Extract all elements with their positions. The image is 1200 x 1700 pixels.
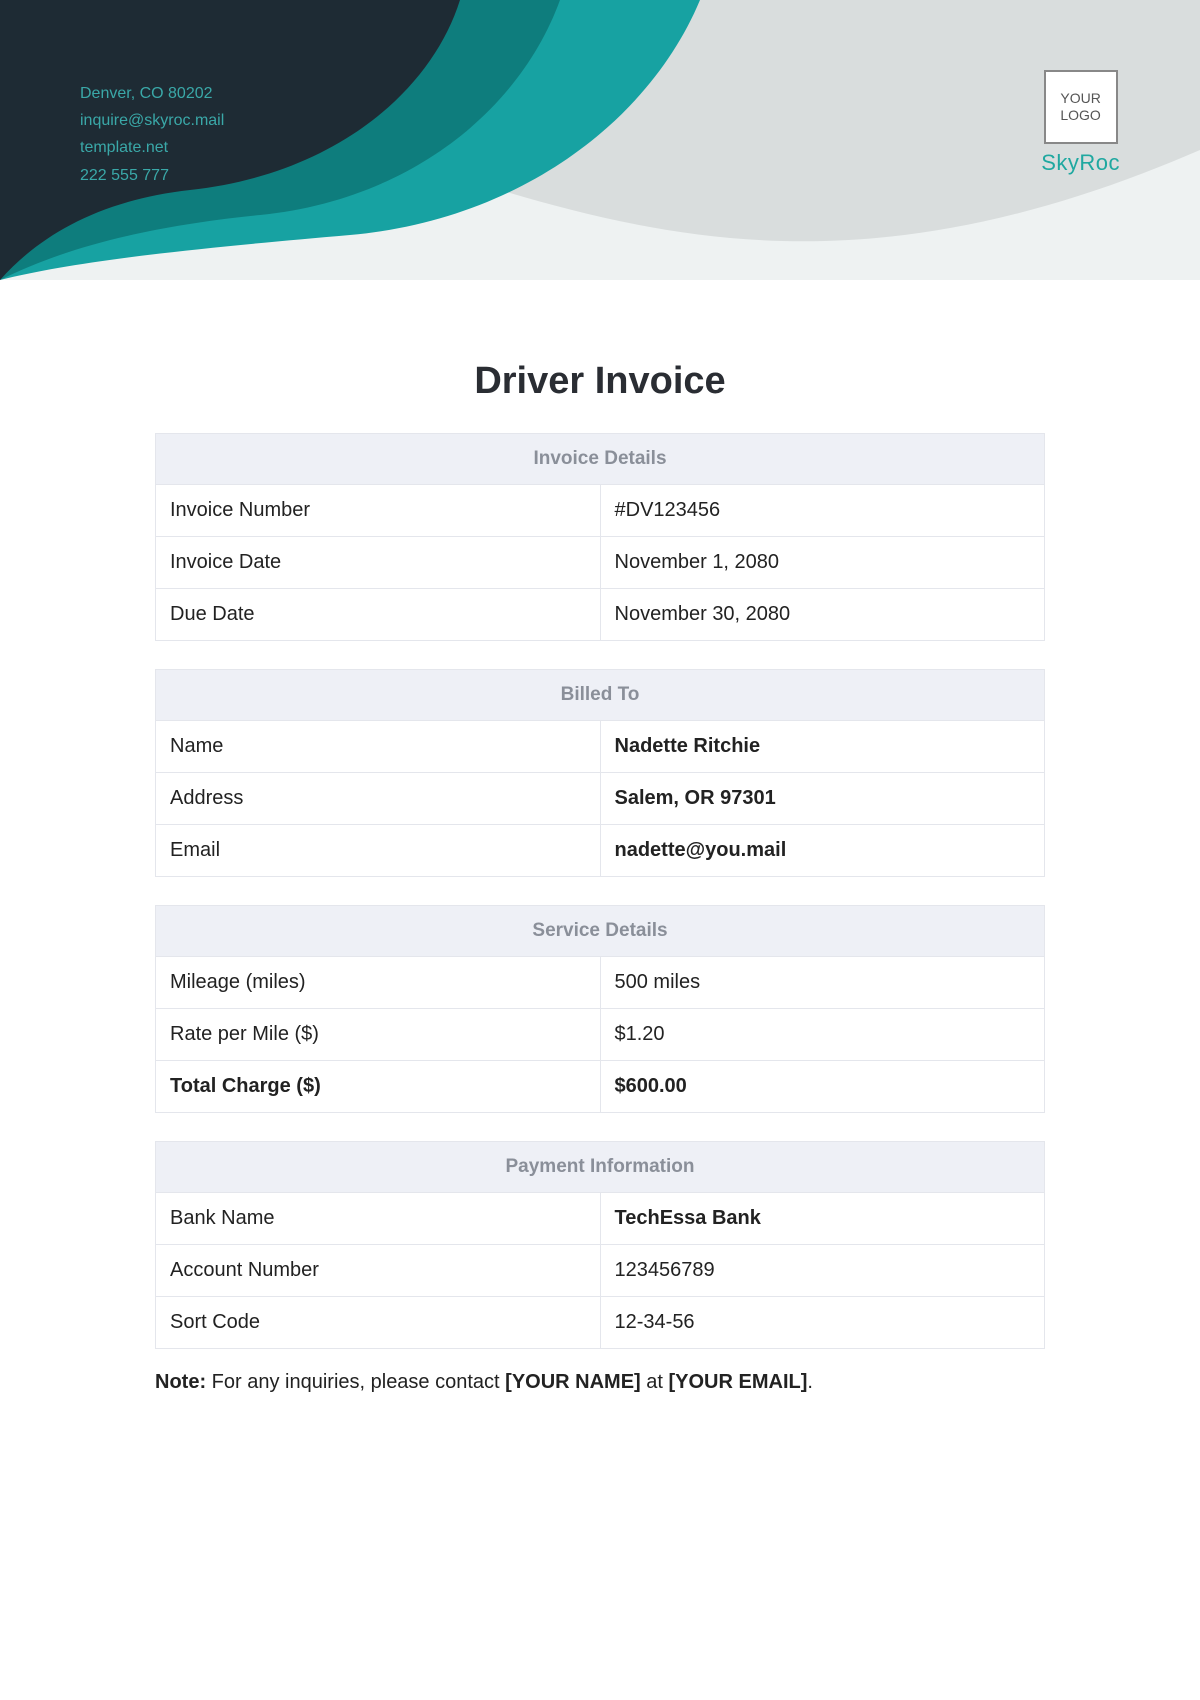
value: November 30, 2080	[600, 589, 1045, 641]
table-row: Sort Code 12-34-56	[156, 1297, 1045, 1349]
label: Rate per Mile ($)	[156, 1009, 601, 1061]
sender-contact: Denver, CO 80202 inquire@skyroc.mail tem…	[80, 80, 224, 189]
value: nadette@you.mail	[600, 825, 1045, 877]
table-row: Due Date November 30, 2080	[156, 589, 1045, 641]
label: Sort Code	[156, 1297, 601, 1349]
label: Due Date	[156, 589, 601, 641]
value: Nadette Ritchie	[600, 721, 1045, 773]
label: Bank Name	[156, 1193, 601, 1245]
billed-to-table: Billed To Name Nadette Ritchie Address S…	[155, 669, 1045, 877]
label: Email	[156, 825, 601, 877]
note-text: .	[807, 1371, 813, 1393]
sender-phone: 222 555 777	[80, 162, 224, 189]
table-row: Account Number 123456789	[156, 1245, 1045, 1297]
invoice-details-table: Invoice Details Invoice Number #DV123456…	[155, 433, 1045, 641]
logo-placeholder: YOUR LOGO	[1044, 70, 1118, 144]
invoice-details-header: Invoice Details	[156, 434, 1045, 485]
table-row: Name Nadette Ritchie	[156, 721, 1045, 773]
billed-to-header: Billed To	[156, 670, 1045, 721]
table-row: Mileage (miles) 500 miles	[156, 957, 1045, 1009]
service-details-table: Service Details Mileage (miles) 500 mile…	[155, 905, 1045, 1113]
label: Mileage (miles)	[156, 957, 601, 1009]
table-row: Bank Name TechEssa Bank	[156, 1193, 1045, 1245]
footer-note: Note: For any inquiries, please contact …	[155, 1371, 1045, 1394]
document-body: Driver Invoice Invoice Details Invoice N…	[155, 360, 1045, 1394]
logo-block: YOUR LOGO SkyRoc	[1041, 70, 1120, 176]
note-email-placeholder: [YOUR EMAIL]	[669, 1371, 808, 1393]
value: $1.20	[600, 1009, 1045, 1061]
label: Account Number	[156, 1245, 601, 1297]
sender-address: Denver, CO 80202	[80, 80, 224, 107]
document-header: Denver, CO 80202 inquire@skyroc.mail tem…	[0, 0, 1200, 280]
table-row: Email nadette@you.mail	[156, 825, 1045, 877]
payment-info-header: Payment Information	[156, 1142, 1045, 1193]
table-row: Address Salem, OR 97301	[156, 773, 1045, 825]
value: Salem, OR 97301	[600, 773, 1045, 825]
table-row: Rate per Mile ($) $1.20	[156, 1009, 1045, 1061]
label: Invoice Date	[156, 537, 601, 589]
service-details-header: Service Details	[156, 906, 1045, 957]
sender-website: template.net	[80, 134, 224, 161]
company-name: SkyRoc	[1041, 150, 1120, 176]
page-title: Driver Invoice	[155, 360, 1045, 403]
table-row: Total Charge ($) $600.00	[156, 1061, 1045, 1113]
label: Address	[156, 773, 601, 825]
value: 123456789	[600, 1245, 1045, 1297]
sender-email: inquire@skyroc.mail	[80, 107, 224, 134]
label: Name	[156, 721, 601, 773]
payment-info-table: Payment Information Bank Name TechEssa B…	[155, 1141, 1045, 1349]
label: Total Charge ($)	[156, 1061, 601, 1113]
label: Invoice Number	[156, 485, 601, 537]
note-text: at	[641, 1371, 669, 1393]
note-prefix: Note:	[155, 1371, 206, 1393]
value: $600.00	[600, 1061, 1045, 1113]
table-row: Invoice Number #DV123456	[156, 485, 1045, 537]
value: TechEssa Bank	[600, 1193, 1045, 1245]
value: 12-34-56	[600, 1297, 1045, 1349]
value: November 1, 2080	[600, 537, 1045, 589]
value: 500 miles	[600, 957, 1045, 1009]
note-text: For any inquiries, please contact	[206, 1371, 505, 1393]
value: #DV123456	[600, 485, 1045, 537]
table-row: Invoice Date November 1, 2080	[156, 537, 1045, 589]
note-name-placeholder: [YOUR NAME]	[505, 1371, 641, 1393]
